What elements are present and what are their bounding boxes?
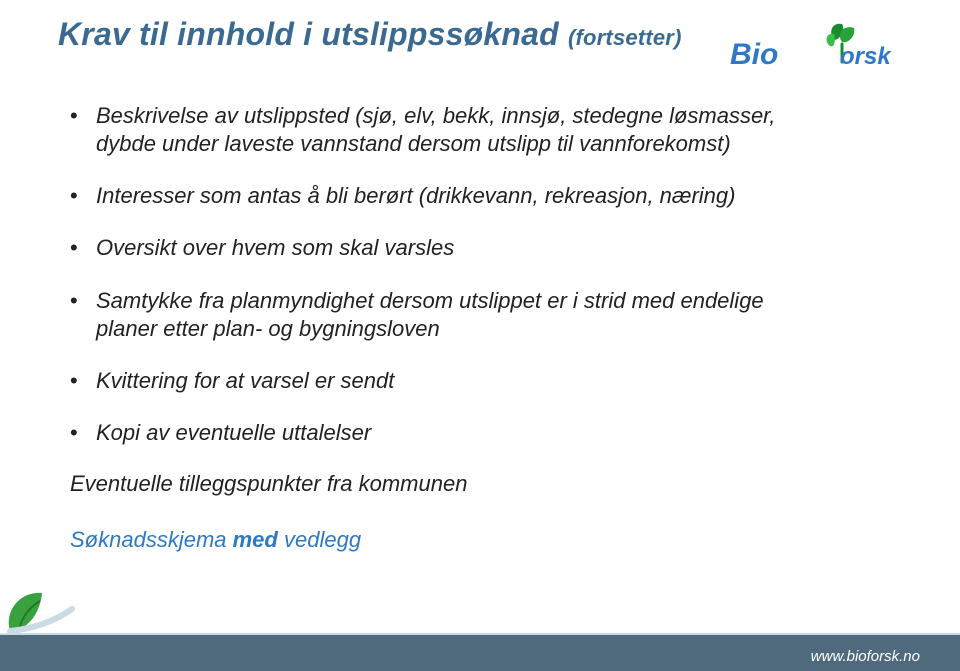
bullet-text: Kopi av eventuelle uttalelser xyxy=(96,420,371,445)
content-area: Beskrivelse av utslippsted (sjø, elv, be… xyxy=(70,102,790,553)
logo-text-bio: Bio xyxy=(730,38,778,71)
logo-svg: Bio orsk xyxy=(730,18,900,76)
bullet-text: Interesser som antas å bli berørt (drikk… xyxy=(96,183,735,208)
link-suffix: vedlegg xyxy=(278,527,361,552)
list-item: Kvittering for at varsel er sendt xyxy=(70,367,790,395)
footer-leaf-icon xyxy=(0,571,80,641)
footer: www.bioforsk.no xyxy=(0,635,960,671)
bullet-text: Kvittering for at varsel er sendt xyxy=(96,368,394,393)
page-title: Krav til innhold i utslippssøknad (forts… xyxy=(58,16,682,53)
link-bold: med xyxy=(233,527,278,552)
list-item: Beskrivelse av utslippsted (sjø, elv, be… xyxy=(70,102,790,158)
bullet-text: Beskrivelse av utslippsted (sjø, elv, be… xyxy=(96,103,775,156)
bullet-text: Oversikt over hvem som skal varsles xyxy=(96,235,454,260)
attachment-link[interactable]: Søknadsskjema med vedlegg xyxy=(70,527,790,553)
list-item: Interesser som antas å bli berørt (drikk… xyxy=(70,182,790,210)
title-main: Krav til innhold i utslippssøknad xyxy=(58,16,559,52)
footer-url[interactable]: www.bioforsk.no xyxy=(811,648,920,665)
link-prefix: Søknadsskjema xyxy=(70,527,233,552)
bullet-text: Samtykke fra planmyndighet dersom utslip… xyxy=(96,288,764,341)
list-item: Kopi av eventuelle uttalelser xyxy=(70,419,790,447)
bioforsk-logo: Bio orsk xyxy=(730,18,900,76)
slide: Krav til innhold i utslippssøknad (forts… xyxy=(0,0,960,671)
extra-line: Eventuelle tilleggspunkter fra kommunen xyxy=(70,471,790,497)
list-item: Samtykke fra planmyndighet dersom utslip… xyxy=(70,287,790,343)
bullet-list: Beskrivelse av utslippsted (sjø, elv, be… xyxy=(70,102,790,447)
list-item: Oversikt over hvem som skal varsles xyxy=(70,234,790,262)
title-suffix: (fortsetter) xyxy=(568,25,682,50)
logo-text-orsk: orsk xyxy=(840,43,892,70)
